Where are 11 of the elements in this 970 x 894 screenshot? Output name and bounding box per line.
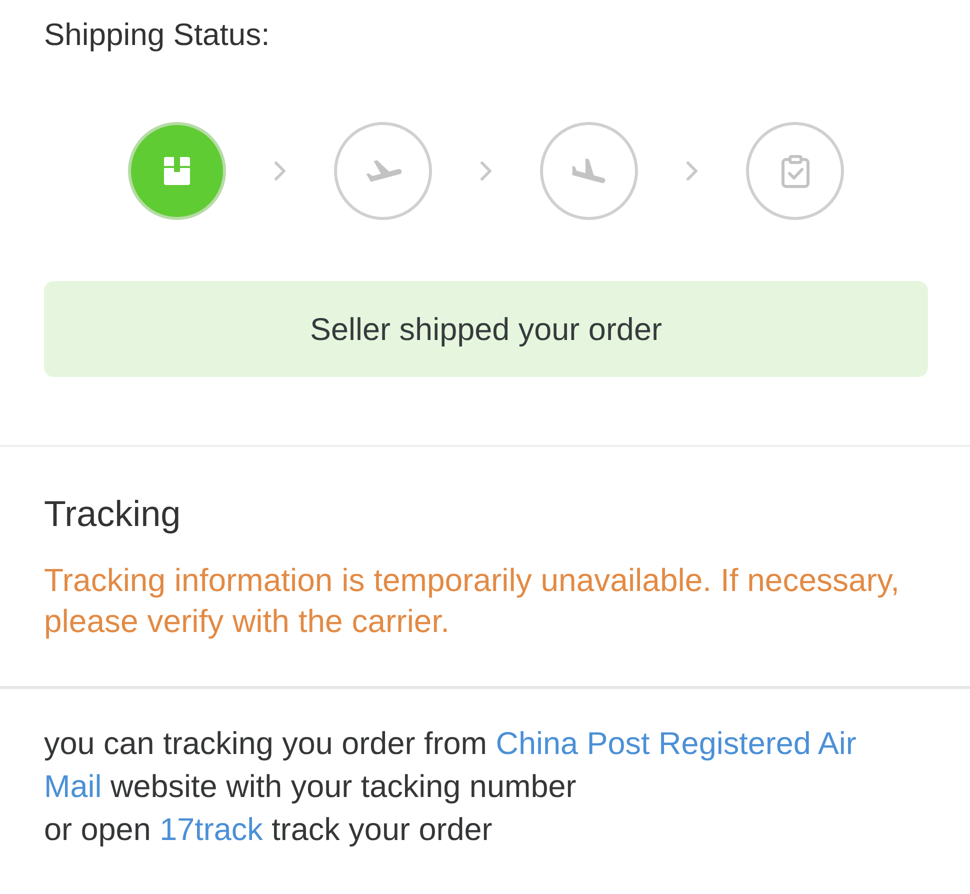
chevron-right-icon (686, 161, 698, 181)
chevron-right-icon (480, 161, 492, 181)
status-message: Seller shipped your order (44, 281, 928, 377)
link[interactable]: China Post Registered Air (496, 725, 856, 761)
section-title: Tracking (44, 494, 181, 534)
chevron-right-icon (274, 161, 286, 181)
tracking-notice: Tracking information is temporarily unavailable. If necessary, please verify with the carrier. (44, 561, 900, 641)
link[interactable]: 17track (160, 811, 263, 847)
tracking-help-text: you can tracking you order from China Post Registered Air Mail website with your tacking number or open 17track track your order (44, 724, 858, 849)
section-title: Shipping Status: (44, 16, 270, 54)
link[interactable]: Mail (44, 768, 102, 804)
